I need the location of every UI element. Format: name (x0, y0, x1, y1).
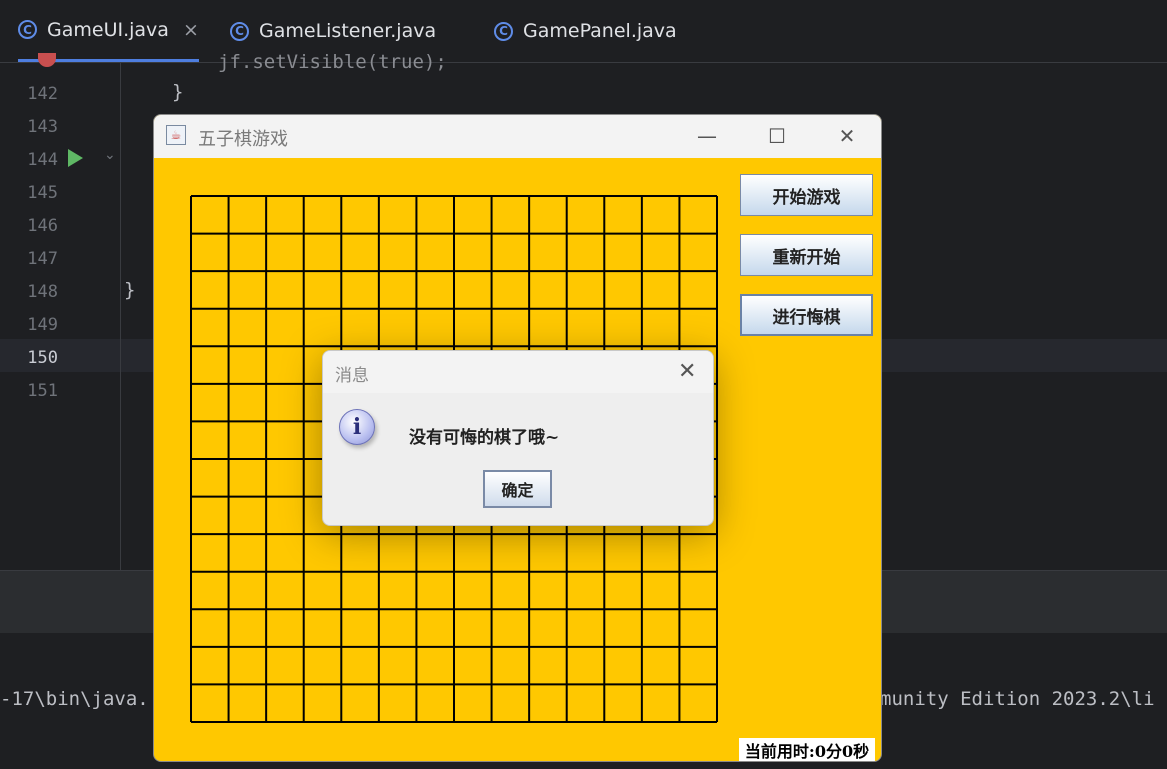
line-number: 143 (27, 117, 58, 137)
class-icon: C (230, 21, 249, 41)
close-icon[interactable]: ✕ (832, 123, 862, 149)
class-icon: C (494, 21, 513, 41)
tab-label: GameListener.java (259, 20, 437, 42)
dialog-message: 没有可悔的棋了哦~ (409, 428, 560, 448)
java-app-icon: ☕ (166, 125, 186, 145)
dialog-title: 消息 (335, 366, 369, 386)
line-number: 150 (27, 348, 58, 368)
gutter-divider (120, 63, 121, 570)
close-icon[interactable]: ✕ (678, 359, 696, 384)
code-line: } (124, 279, 136, 301)
tab-gamepanel[interactable]: C GamePanel.java (494, 0, 677, 62)
window-title: 五子棋游戏 (198, 129, 288, 150)
game-title-bar[interactable]: ☕ 五子棋游戏 — ☐ ✕ (154, 115, 881, 158)
ok-button[interactable]: 确定 (483, 470, 552, 508)
restart-button[interactable]: 重新开始 (740, 234, 873, 276)
console-output: -17\bin\java. (0, 688, 149, 710)
line-number: 145 (27, 183, 58, 203)
editor-tab-bar: C GameUI.java × C GameListener.java C Ga… (0, 0, 1167, 63)
code-line: jf.setVisible(true); (218, 51, 447, 73)
line-number: 148 (27, 282, 58, 302)
close-icon[interactable]: × (183, 19, 199, 41)
dialog-title-bar[interactable]: 消息 ✕ (323, 351, 713, 393)
line-number: 142 (27, 84, 58, 104)
start-game-button[interactable]: 开始游戏 (740, 174, 873, 216)
line-number: 149 (27, 315, 58, 335)
breakpoint-icon[interactable] (38, 53, 56, 67)
message-dialog[interactable]: 消息 ✕ i 没有可悔的棋了哦~ 确定 (322, 350, 714, 526)
line-number: 147 (27, 249, 58, 269)
line-number: 151 (27, 381, 58, 401)
elapsed-time-label: 当前用时:0分0秒 (739, 738, 875, 761)
class-icon: C (18, 20, 37, 39)
tab-label: GameUI.java (47, 18, 169, 41)
line-number: 144 (27, 150, 58, 170)
code-line: } (172, 81, 184, 103)
maximize-icon[interactable]: ☐ (762, 123, 792, 149)
console-output: munity Edition 2023.2\li (880, 688, 1155, 710)
undo-move-button[interactable]: 进行悔棋 (740, 294, 873, 336)
tab-label: GamePanel.java (523, 20, 677, 42)
info-icon: i (339, 409, 375, 445)
minimize-icon[interactable]: — (692, 123, 722, 149)
fold-chevron-icon[interactable]: ⌄ (104, 147, 116, 163)
run-icon[interactable] (68, 149, 83, 167)
line-number: 146 (27, 216, 58, 236)
